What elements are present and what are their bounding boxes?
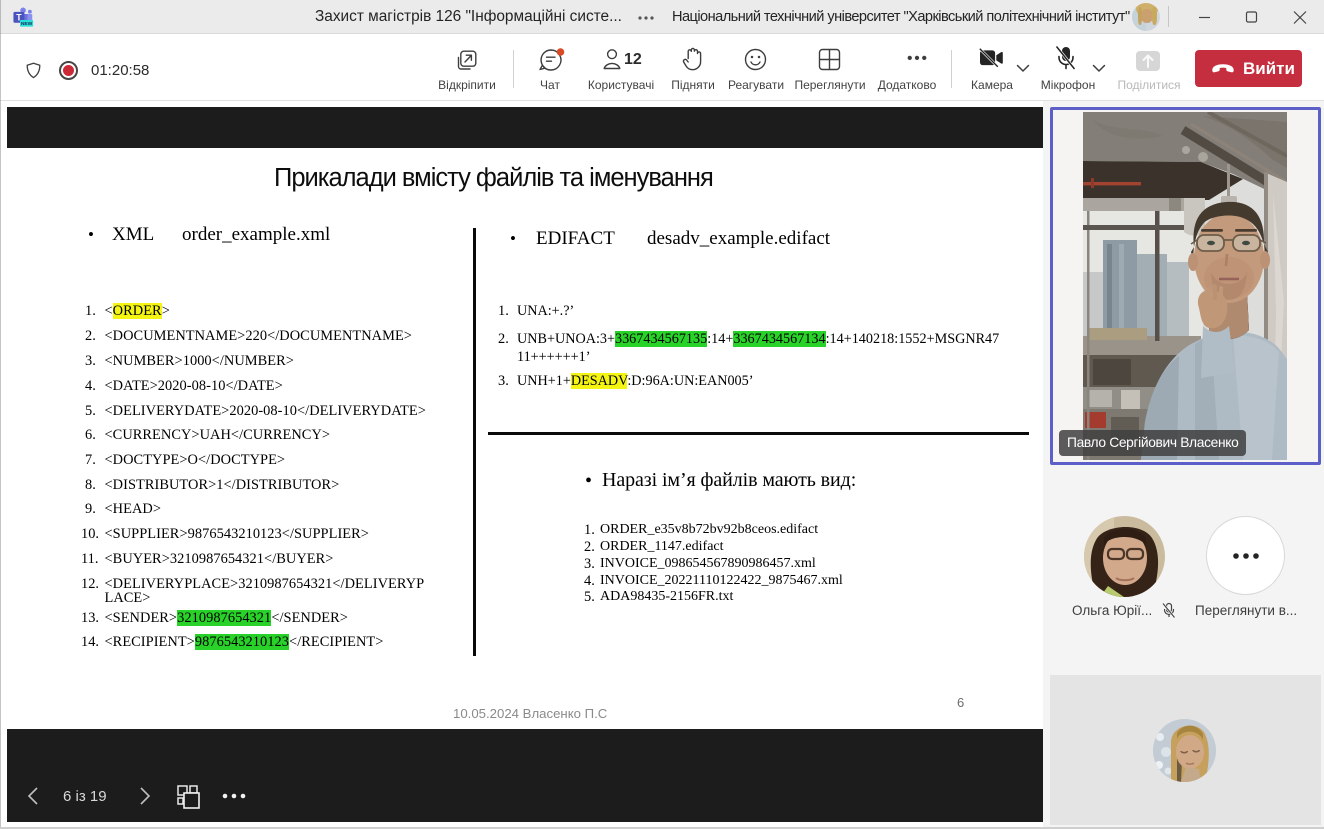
svg-text:NEW: NEW [21, 21, 33, 27]
